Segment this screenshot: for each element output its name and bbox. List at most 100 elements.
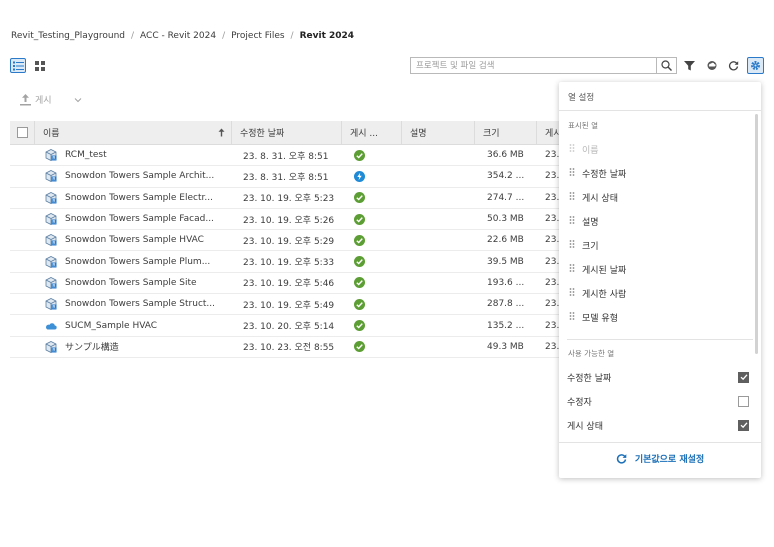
chevron-down-icon[interactable] bbox=[74, 97, 82, 103]
description-cell bbox=[402, 294, 475, 314]
description-cell bbox=[402, 251, 475, 271]
table-row[interactable]: R Snowdon Towers Sample Electr... 23. 10. … bbox=[10, 188, 570, 209]
column-header-size[interactable]: 크기 bbox=[475, 120, 537, 145]
svg-text:R: R bbox=[52, 347, 55, 352]
file-name[interactable]: サンプル構造 bbox=[65, 340, 119, 353]
row-select-cell bbox=[10, 188, 35, 208]
panel-scrollbar[interactable] bbox=[755, 114, 758, 354]
row-select-cell bbox=[10, 273, 35, 293]
file-name[interactable]: RCM_test bbox=[65, 150, 107, 160]
file-name-cell[interactable]: R サンプル構造 bbox=[35, 337, 232, 357]
table-row[interactable]: SUCM_Sample HVAC 23. 10. 20. 오후 5:14 135.2… bbox=[10, 315, 570, 337]
breadcrumb-current: Revit 2024 bbox=[299, 31, 355, 41]
table-row[interactable]: R RCM_test 23. 8. 31. 오후 8:51 36.6 MB 23. bbox=[10, 145, 570, 167]
available-column-label: 수정자 bbox=[567, 397, 592, 408]
drag-handle-icon[interactable] bbox=[568, 312, 576, 322]
file-name-cell[interactable]: SUCM_Sample HVAC bbox=[35, 315, 232, 335]
file-name-cell[interactable]: R Snowdon Towers Sample Struct... bbox=[35, 294, 232, 314]
search-icon bbox=[661, 60, 672, 71]
drag-handle-icon[interactable] bbox=[568, 240, 576, 250]
file-name[interactable]: SUCM_Sample HVAC bbox=[65, 321, 157, 331]
column-checkbox[interactable] bbox=[738, 419, 749, 431]
description-cell bbox=[402, 337, 475, 357]
shown-column-item[interactable]: 크기 bbox=[568, 236, 599, 254]
shown-column-item[interactable]: 게시된 날짜 bbox=[568, 260, 626, 278]
column-checkbox[interactable] bbox=[738, 371, 749, 383]
drag-handle-icon[interactable] bbox=[568, 192, 576, 202]
modified-date: 23. 10. 19. 오후 5:46 bbox=[243, 279, 335, 290]
description-cell bbox=[402, 188, 475, 208]
column-header-description[interactable]: 설명 bbox=[402, 120, 475, 145]
available-column-item[interactable]: 수정한 날짜 bbox=[567, 368, 749, 386]
breadcrumb-item-folder[interactable]: ACC - Revit 2024 bbox=[140, 31, 216, 41]
file-name-cell[interactable]: R RCM_test bbox=[35, 145, 232, 165]
revit-model-icon: R bbox=[45, 170, 57, 182]
column-checkbox[interactable] bbox=[738, 395, 749, 407]
file-name[interactable]: Snowdon Towers Sample Archit... bbox=[65, 171, 214, 181]
row-select-cell bbox=[10, 294, 35, 314]
table-row[interactable]: R サンプル構造 23. 10. 23. 오전 8:55 49.3 MB 23. bbox=[10, 337, 570, 358]
search-box bbox=[410, 57, 677, 74]
drag-handle-icon[interactable] bbox=[568, 264, 576, 274]
refresh-icon bbox=[616, 454, 627, 464]
publish-label: 게시 bbox=[35, 96, 52, 106]
drag-handle-icon[interactable] bbox=[568, 168, 576, 178]
drag-handle-icon[interactable] bbox=[568, 216, 576, 226]
filter-icon bbox=[684, 60, 695, 70]
file-name[interactable]: Snowdon Towers Sample Site bbox=[65, 278, 197, 288]
published-status-icon bbox=[354, 320, 365, 332]
select-all-checkbox[interactable] bbox=[16, 127, 28, 138]
file-name[interactable]: Snowdon Towers Sample Electr... bbox=[65, 193, 213, 203]
column-settings-button[interactable] bbox=[747, 57, 764, 74]
modified-date: 23. 10. 19. 오후 5:26 bbox=[243, 215, 335, 226]
publish-status-cell bbox=[342, 337, 402, 357]
publish-status-cell bbox=[342, 230, 402, 250]
file-name-cell[interactable]: R Snowdon Towers Sample Facad... bbox=[35, 209, 232, 229]
grid-view-button[interactable] bbox=[32, 58, 48, 73]
reset-defaults-button[interactable]: 기본값으로 재설정 bbox=[559, 452, 761, 465]
available-column-item[interactable]: 수정자 bbox=[567, 392, 749, 410]
svg-text:R: R bbox=[52, 284, 55, 289]
search-input[interactable] bbox=[411, 58, 656, 73]
column-header-status[interactable]: 게시 ... bbox=[342, 120, 402, 145]
shown-column-item[interactable]: 설명 bbox=[568, 212, 599, 230]
file-name-cell[interactable]: R Snowdon Towers Sample HVAC bbox=[35, 230, 232, 250]
sort-ascending-icon[interactable] bbox=[218, 128, 225, 137]
breadcrumb-item-project-files[interactable]: Project Files bbox=[231, 31, 284, 41]
file-size: 135.2 ... bbox=[487, 320, 525, 331]
cloud-sync-button[interactable] bbox=[703, 57, 720, 74]
file-size: 39.5 MB bbox=[487, 256, 524, 267]
file-name-cell[interactable]: R Snowdon Towers Sample Plum... bbox=[35, 251, 232, 271]
shown-column-item[interactable]: 게시 상태 bbox=[568, 188, 618, 206]
table-row[interactable]: R Snowdon Towers Sample Facad... 23. 10. 1… bbox=[10, 209, 570, 231]
available-column-item[interactable]: 게시 상태 bbox=[567, 416, 749, 434]
file-name-cell[interactable]: R Snowdon Towers Sample Archit... bbox=[35, 166, 232, 186]
file-name-cell[interactable]: R Snowdon Towers Sample Site bbox=[35, 273, 232, 293]
shown-column-label: 크기 bbox=[582, 241, 599, 252]
column-header-name[interactable]: 이름 bbox=[35, 120, 232, 145]
file-name-cell[interactable]: R Snowdon Towers Sample Electr... bbox=[35, 188, 232, 208]
published-status-icon bbox=[354, 213, 365, 225]
filter-button[interactable] bbox=[681, 57, 698, 74]
table-row[interactable]: R Snowdon Towers Sample Struct... 23. 10. … bbox=[10, 294, 570, 316]
file-name[interactable]: Snowdon Towers Sample Facad... bbox=[65, 214, 214, 224]
search-button[interactable] bbox=[656, 58, 676, 73]
file-name[interactable]: Snowdon Towers Sample Plum... bbox=[65, 257, 210, 267]
list-view-button[interactable] bbox=[10, 58, 26, 73]
table-row[interactable]: R Snowdon Towers Sample Site 23. 10. 19. 오… bbox=[10, 273, 570, 295]
shown-column-item[interactable]: 게시한 사람 bbox=[568, 284, 626, 302]
breadcrumb-item-project[interactable]: Revit_Testing_Playground bbox=[11, 31, 125, 41]
column-header-modified[interactable]: 수정한 날짜 bbox=[232, 120, 342, 145]
publish-status-cell bbox=[342, 166, 402, 186]
file-size: 287.8 ... bbox=[487, 299, 525, 310]
file-name[interactable]: Snowdon Towers Sample Struct... bbox=[65, 299, 215, 309]
table-row[interactable]: R Snowdon Towers Sample Archit... 23. 8. 3… bbox=[10, 166, 570, 188]
drag-handle-icon[interactable] bbox=[568, 288, 576, 298]
shown-column-item[interactable]: 수정한 날짜 bbox=[568, 164, 626, 182]
refresh-button[interactable] bbox=[725, 57, 742, 74]
file-name[interactable]: Snowdon Towers Sample HVAC bbox=[65, 235, 204, 245]
table-row[interactable]: R Snowdon Towers Sample Plum... 23. 10. 19… bbox=[10, 251, 570, 273]
shown-column-item[interactable]: 모델 유형 bbox=[568, 308, 618, 326]
table-row[interactable]: R Snowdon Towers Sample HVAC 23. 10. 19. 오… bbox=[10, 230, 570, 252]
publish-button[interactable]: 게시 bbox=[20, 93, 82, 106]
